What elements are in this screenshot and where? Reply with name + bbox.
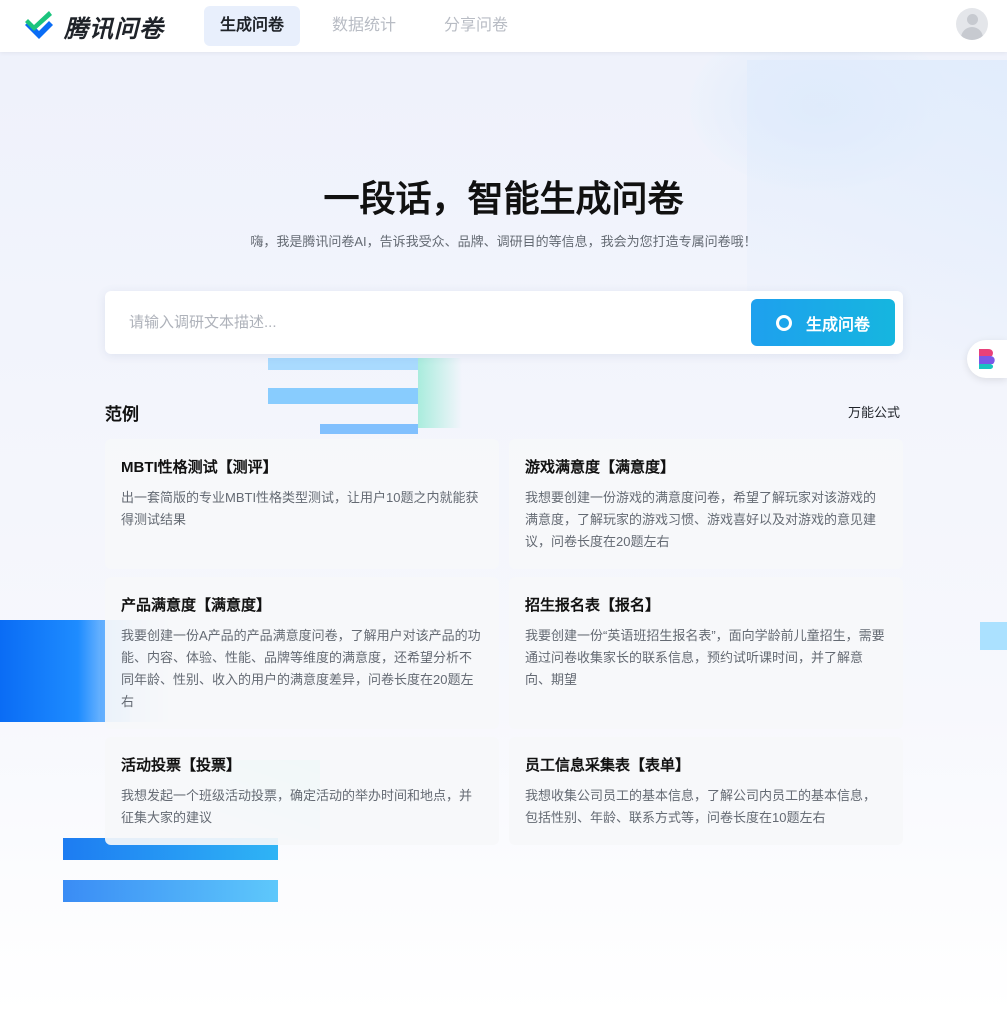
user-avatar[interactable] xyxy=(956,8,988,40)
logo-icon xyxy=(25,11,53,39)
app-name: 腾讯问卷 xyxy=(64,15,164,43)
example-card-description: 我想发起一个班级活动投票，确定活动的举办时间和地点，并征集大家的建议 xyxy=(121,788,473,825)
stripe-decoration xyxy=(268,358,418,370)
example-card-description: 出一套简版的专业MBTI性格类型测试，让用户10题之内就能获得测试结果 xyxy=(121,490,479,527)
example-card[interactable]: 活动投票【投票】 我想发起一个班级活动投票，确定活动的举办时间和地点，并征集大家… xyxy=(105,737,499,845)
example-card-title: 产品满意度【满意度】 xyxy=(121,597,272,614)
avatar-body-shape xyxy=(961,27,983,40)
page-title: 一段话，智能生成问卷 xyxy=(323,178,684,219)
example-card[interactable]: 游戏满意度【满意度】 我想要创建一份游戏的满意度问卷，希望了解玩家对该游戏的满意… xyxy=(509,439,903,569)
example-card[interactable]: 员工信息采集表【表单】 我想收集公司员工的基本信息，了解公司内员工的基本信息，包… xyxy=(509,737,903,845)
side-assistant-button[interactable] xyxy=(967,340,1007,378)
avatar-head-shape xyxy=(967,14,978,25)
page-subtitle: 嗨，我是腾讯问卷AI，告诉我受众、品牌、调研目的等信息，我会为您打造专属问卷哦！ xyxy=(250,234,757,249)
universal-formula-link[interactable]: 万能公式 xyxy=(848,402,900,421)
survey-description-box: 生成问卷 xyxy=(105,291,903,354)
stripe-decoration xyxy=(63,880,278,902)
top-navigation-bar: 腾讯问卷 生成问卷 数据统计 分享问卷 xyxy=(0,0,1007,52)
survey-description-input[interactable] xyxy=(129,302,729,343)
generate-button-label: 生成问卷 xyxy=(805,316,870,334)
main-nav: 生成问卷 数据统计 分享问卷 xyxy=(204,6,540,46)
example-card-title: MBTI性格测试【测评】 xyxy=(121,459,278,476)
example-card-description: 我想收集公司员工的基本信息，了解公司内员工的基本信息，包括性别、年龄、联系方式等… xyxy=(525,788,877,825)
tab-generate-survey[interactable]: 生成问卷 xyxy=(204,6,301,46)
example-card-title: 活动投票【投票】 xyxy=(121,757,242,774)
example-card-description: 我想要创建一份游戏的满意度问卷，希望了解玩家对该游戏的满意度，了解玩家的游戏习惯… xyxy=(525,490,877,549)
examples-section-title: 范例 xyxy=(105,405,139,424)
stripe-decoration xyxy=(320,424,418,434)
example-card-description: 我要创建一份A产品的产品满意度问卷，了解用户对该产品的功能、内容、体验、性能、品… xyxy=(121,628,481,709)
example-card[interactable]: 招生报名表【报名】 我要创建一份“英语班招生报名表”，面向学龄前儿童招生，需要通… xyxy=(509,577,903,729)
small-block-decoration xyxy=(980,622,1007,650)
loading-circle-icon xyxy=(775,314,792,331)
example-card-title: 员工信息采集表【表单】 xyxy=(525,757,691,774)
tab-data-statistics[interactable]: 数据统计 xyxy=(316,6,412,46)
assistant-logo-icon xyxy=(979,349,995,369)
tab-share-survey[interactable]: 分享问卷 xyxy=(428,6,524,46)
example-card-title: 游戏满意度【满意度】 xyxy=(525,459,676,476)
example-card-description: 我要创建一份“英语班招生报名表”，面向学龄前儿童招生，需要通过问卷收集家长的联系… xyxy=(525,628,885,687)
app-logo[interactable]: 腾讯问卷 xyxy=(22,9,164,44)
example-card[interactable]: 产品满意度【满意度】 我要创建一份A产品的产品满意度问卷，了解用户对该产品的功能… xyxy=(105,577,499,729)
stripe-decoration xyxy=(268,388,418,404)
example-card-title: 招生报名表【报名】 xyxy=(525,597,661,614)
example-card[interactable]: MBTI性格测试【测评】 出一套简版的专业MBTI性格类型测试，让用户10题之内… xyxy=(105,439,499,569)
stripe-glow-decoration xyxy=(418,358,462,428)
generate-survey-button[interactable]: 生成问卷 xyxy=(751,299,895,346)
